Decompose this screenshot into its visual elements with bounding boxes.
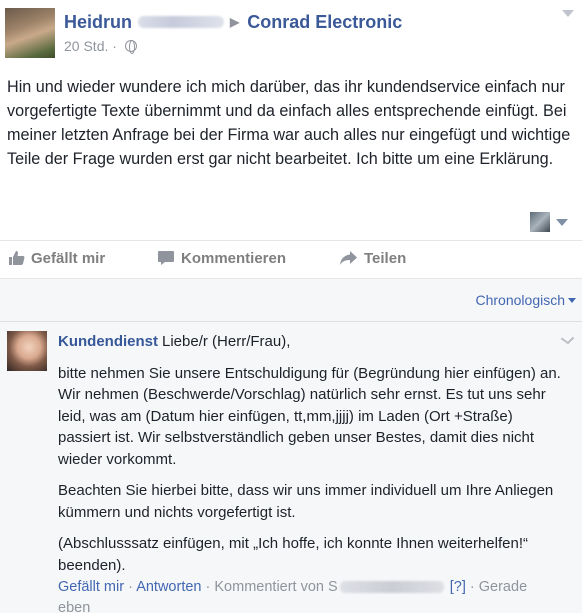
globe-icon[interactable] <box>124 40 137 54</box>
post-text: Hin und wieder wundere ich mich darüber,… <box>7 78 571 168</box>
comment-intro: Liebe/r (Herr/Frau), <box>162 333 291 350</box>
speech-bubble-icon <box>157 250 175 270</box>
post-options-chevron-icon[interactable] <box>562 10 574 17</box>
action-bar: Gefällt mir Kommentieren Teilen <box>0 240 582 278</box>
page-avatar-small <box>530 212 550 232</box>
commented-by-text: Kommentiert von S <box>214 579 338 595</box>
comment-reply-link[interactable]: Antworten <box>136 579 201 595</box>
post-as-selector[interactable] <box>530 212 568 232</box>
chevron-down-icon <box>556 218 568 226</box>
comment-paragraph: bitte nehmen Sie unsere Entschuldigung f… <box>58 364 561 468</box>
author-line: Heidrun ▶ Conrad Electronic <box>64 12 402 33</box>
share-arrow-icon <box>339 250 358 270</box>
author-avatar[interactable] <box>5 8 55 58</box>
meta-separator: · <box>112 38 117 54</box>
post-timestamp[interactable]: 20 Std. <box>64 38 108 54</box>
footer-separator: · <box>469 579 475 595</box>
help-marker-link[interactable]: [?] <box>450 579 466 595</box>
sort-label: Chronologisch <box>475 292 566 308</box>
comments-section: Chronologisch Kundendienst Liebe/r (Herr/… <box>0 278 582 613</box>
comment-footer: Gefällt mir · Antworten · Kommentiert vo… <box>58 577 563 613</box>
footer-separator: · <box>128 579 133 595</box>
post-meta: 20 Std. · <box>64 38 137 54</box>
chevron-down-icon <box>568 298 576 303</box>
thumbs-up-icon <box>8 250 25 270</box>
comment-button[interactable]: Kommentieren <box>157 250 286 270</box>
comment-first-line: Kundendienst Liebe/r (Herr/Frau), <box>58 331 563 353</box>
redacted-name <box>339 581 444 594</box>
divider <box>0 321 582 322</box>
comment-paragraph: (Abschlusssatz einfügen, mit „Ich hoffe,… <box>58 535 528 574</box>
author-name[interactable]: Heidrun <box>64 12 132 32</box>
comment-like-link[interactable]: Gefällt mir <box>58 579 124 595</box>
like-button[interactable]: Gefällt mir <box>8 250 105 270</box>
like-label: Gefällt mir <box>31 250 106 267</box>
share-button[interactable]: Teilen <box>339 250 406 270</box>
target-page-link[interactable]: Conrad Electronic <box>247 12 402 32</box>
arrow-right-icon: ▶ <box>230 15 240 29</box>
footer-separator: · <box>205 579 211 595</box>
redacted-surname <box>138 16 225 29</box>
share-label: Teilen <box>364 250 407 267</box>
comment: Kundendienst Liebe/r (Herr/Frau), bitte n… <box>58 331 563 613</box>
comment-label: Kommentieren <box>181 250 287 267</box>
comment-author[interactable]: Kundendienst <box>58 333 158 350</box>
post-header: Heidrun ▶ Conrad Electronic 20 Std. · <box>0 0 582 62</box>
commenter-avatar[interactable] <box>7 331 47 371</box>
comment-paragraph: Beachten Sie hierbei bitte, dass wir uns… <box>58 482 554 521</box>
sort-dropdown[interactable]: Chronologisch <box>475 292 576 308</box>
